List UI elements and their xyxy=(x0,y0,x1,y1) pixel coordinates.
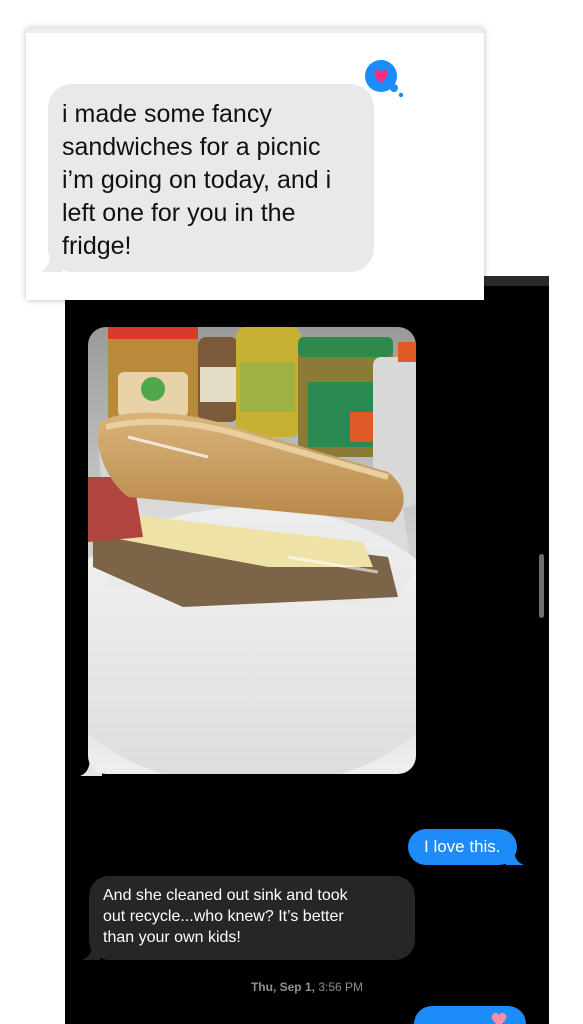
bubble-tail xyxy=(40,252,62,272)
received-message-bubble[interactable]: i made some fancy sandwiches for a picni… xyxy=(40,84,374,272)
received-message-bubble[interactable]: And she cleaned out sink and took out re… xyxy=(82,876,415,960)
bubble-tail xyxy=(82,942,100,960)
sandwich-photo[interactable] xyxy=(88,327,416,774)
screenshot-top-edge xyxy=(26,28,484,33)
timestamp-time: 3:56 PM xyxy=(318,980,364,994)
heart-reaction-icon xyxy=(491,1012,507,1024)
timestamp-day: Thu, Sep 1, xyxy=(250,980,315,994)
scrollbar[interactable] xyxy=(539,554,544,618)
message-line: fridge! xyxy=(62,232,132,260)
dark-thread-screenshot: I love this. And she cleaned out sink an… xyxy=(65,276,549,1024)
sent-message-bubble-partial[interactable] xyxy=(414,1006,526,1024)
message-line: left one for you in the xyxy=(62,199,296,227)
message-timestamp: Thu, Sep 1, 3:56 PM xyxy=(65,980,549,994)
sent-message-text: I love this. xyxy=(424,837,501,856)
sandwich-photo-illustration xyxy=(88,327,416,774)
message-line: than your own kids! xyxy=(103,929,241,946)
sent-message-bubble[interactable]: I love this. xyxy=(408,829,524,865)
message-line: out recycle...who knew? It’s better xyxy=(103,908,344,925)
message-line: i made some fancy xyxy=(62,100,272,128)
light-message-screenshot: i made some fancy sandwiches for a picni… xyxy=(26,28,484,300)
message-line: sandwiches for a picnic xyxy=(62,133,321,161)
message-line: And she cleaned out sink and took xyxy=(103,887,348,904)
bubble-tail xyxy=(505,847,524,865)
message-line: i’m going on today, and i xyxy=(62,166,332,194)
